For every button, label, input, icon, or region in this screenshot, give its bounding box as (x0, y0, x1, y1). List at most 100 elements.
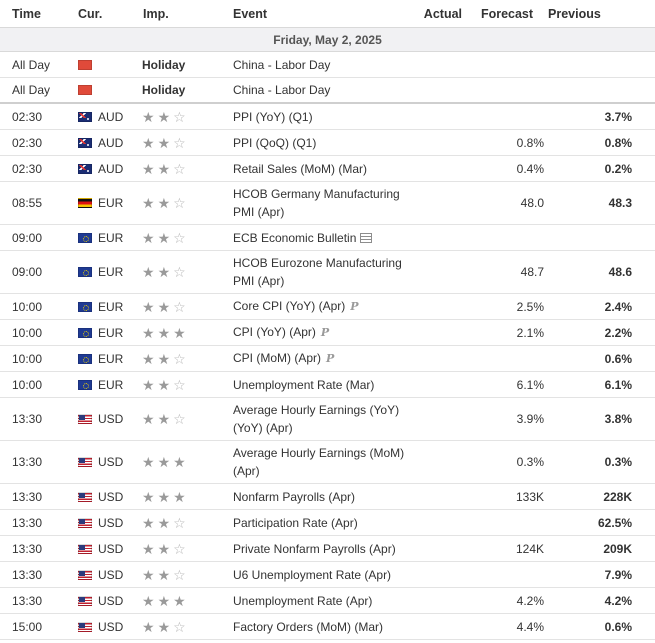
event-title-link[interactable]: Unemployment Rate (Mar) (233, 378, 374, 392)
event-title-link[interactable]: HCOB Eurozone Manufacturing PMI (Apr) (233, 256, 402, 288)
table-row[interactable]: 09:00 EUR ★ ★ ☆ ECB Economic Bulletin (0, 225, 655, 251)
event-name[interactable]: PPI (QoQ) (Q1) (215, 134, 405, 152)
event-title-link[interactable]: Average Hourly Earnings (YoY) (YoY) (Apr… (233, 403, 399, 435)
star-filled-icon: ★ (142, 264, 155, 280)
us-flag-icon (78, 569, 92, 580)
event-title-link[interactable]: PPI (YoY) (Q1) (233, 110, 313, 124)
table-row[interactable]: 13:30 USD ★ ★ ★ Unemployment Rate (Apr) 4.2% 4.… (0, 588, 655, 614)
star-filled-icon: ★ (142, 376, 155, 393)
event-name[interactable]: China - Labor Day (215, 81, 405, 99)
event-name[interactable]: PPI (YoY) (Q1) (215, 108, 405, 126)
us-flag-icon (78, 543, 92, 554)
header-event[interactable]: Event (215, 5, 405, 23)
event-name[interactable]: Average Hourly Earnings (MoM) (Apr) (215, 444, 405, 480)
star-filled-icon: ★ (157, 454, 171, 470)
de-flag-icon (78, 198, 92, 208)
star-empty-icon: ☆ (173, 566, 186, 583)
event-title-link[interactable]: Private Nonfarm Payrolls (Apr) (233, 542, 396, 556)
table-row[interactable]: 02:30 AUD ★ ★ ☆ PPI (YoY) (Q1) 3.7% (0, 104, 655, 130)
event-currency: AUD (62, 110, 127, 124)
table-header: Time Cur. Imp. Event Actual Forecast Pre… (0, 0, 655, 28)
table-row[interactable]: 08:55 EUR ★ ★ ☆ HCOB Germany Manufacturing PM… (0, 182, 655, 225)
date-label: Friday, May 2, 2025 (273, 32, 382, 47)
table-row[interactable]: 13:30 USD ★ ★ ★ Nonfarm Payrolls (Apr) 133K 228… (0, 484, 655, 510)
event-name[interactable]: Private Nonfarm Payrolls (Apr) (215, 540, 405, 558)
event-currency (62, 59, 127, 70)
table-row[interactable]: 02:30 AUD ★ ★ ☆ Retail Sales (MoM) (Mar) 0.4% 0… (0, 156, 655, 182)
header-actual[interactable]: Actual (405, 7, 466, 21)
event-title-link[interactable]: Core CPI (YoY) (Apr) (233, 299, 345, 313)
event-name[interactable]: U6 Unemployment Rate (Apr) (215, 566, 405, 584)
header-currency[interactable]: Cur. (62, 7, 127, 21)
event-currency: EUR (62, 378, 127, 392)
table-row[interactable]: 13:30 USD ★ ★ ☆ U6 Unemployment Rate (Apr) 7.9… (0, 562, 655, 588)
au-flag-icon (78, 137, 92, 148)
table-row[interactable]: 09:00 EUR ★ ★ ☆ HCOB Eurozone Manufacturing P… (0, 251, 655, 294)
table-row[interactable]: 13:30 USD ★ ★ ★ Average Hourly Earnings (MoM)… (0, 441, 655, 484)
event-name[interactable]: HCOB Eurozone Manufacturing PMI (Apr) (215, 254, 405, 290)
table-row[interactable]: 10:00 EUR ★ ★ ★ CPI (YoY) (Apr) P 2.1% 2.2% (0, 320, 655, 346)
event-currency: EUR (62, 265, 127, 279)
header-previous[interactable]: Previous (548, 7, 635, 21)
table-row[interactable]: All Day Holiday China - Labor Day (0, 78, 655, 104)
event-title-link[interactable]: Nonfarm Payrolls (Apr) (233, 490, 355, 504)
holiday-label: Holiday (142, 83, 186, 97)
header-time[interactable]: Time (0, 7, 62, 21)
event-forecast: 6.1% (516, 377, 544, 392)
event-time: All Day (12, 83, 51, 97)
event-name[interactable]: China - Labor Day (215, 56, 405, 74)
event-currency: AUD (62, 136, 127, 150)
event-name[interactable]: CPI (MoM) (Apr) P (215, 349, 405, 368)
event-importance: ★ ★ ☆ (127, 300, 215, 314)
table-row[interactable]: 10:00 EUR ★ ★ ☆ CPI (MoM) (Apr) P 0.6% (0, 346, 655, 372)
event-time: 10:00 (12, 377, 43, 392)
star-filled-icon: ★ (142, 298, 155, 315)
table-row[interactable]: All Day Holiday China - Labor Day (0, 52, 655, 78)
event-name[interactable]: CPI (YoY) (Apr) P (215, 323, 405, 342)
table-row[interactable]: 15:00 USD ★ ★ ☆ Factory Orders (MoM) (Mar) 4.4… (0, 614, 655, 640)
us-flag-icon (78, 595, 92, 606)
event-title-link[interactable]: Retail Sales (MoM) (Mar) (233, 162, 367, 176)
header-forecast[interactable]: Forecast (466, 7, 548, 21)
table-row[interactable]: 02:30 AUD ★ ★ ☆ PPI (QoQ) (Q1) 0.8% 0.8% (0, 130, 655, 156)
event-name[interactable]: Unemployment Rate (Mar) (215, 376, 405, 394)
event-name[interactable]: Factory Orders (MoM) (Mar) (215, 618, 405, 636)
event-title-link[interactable]: CPI (MoM) (Apr) (233, 351, 321, 365)
event-title-link[interactable]: Factory Orders (MoM) (Mar) (233, 620, 383, 634)
event-importance: ★ ★ ☆ (127, 516, 215, 530)
event-title-link[interactable]: CPI (YoY) (Apr) (233, 325, 316, 339)
event-time: 09:00 (12, 265, 43, 279)
event-name[interactable]: Nonfarm Payrolls (Apr) (215, 488, 405, 506)
event-forecast: 4.2% (516, 593, 544, 608)
table-row[interactable]: 10:00 EUR ★ ★ ☆ Unemployment Rate (Mar) 6.1% 6.… (0, 372, 655, 398)
header-importance[interactable]: Imp. (127, 7, 215, 21)
event-title-link[interactable]: HCOB Germany Manufacturing PMI (Apr) (233, 187, 400, 219)
preliminary-icon: P (320, 326, 330, 339)
event-name[interactable]: HCOB Germany Manufacturing PMI (Apr) (215, 185, 405, 221)
event-name[interactable]: Average Hourly Earnings (YoY) (YoY) (Apr… (215, 401, 405, 437)
star-filled-icon: ★ (157, 298, 171, 315)
event-importance: Holiday (127, 58, 215, 72)
event-forecast: 4.4% (516, 619, 544, 634)
table-row[interactable]: 13:30 USD ★ ★ ☆ Private Nonfarm Payrolls (Apr… (0, 536, 655, 562)
event-title-link[interactable]: Average Hourly Earnings (MoM) (Apr) (233, 446, 404, 478)
event-title-link[interactable]: China - Labor Day (233, 58, 330, 72)
event-title-link[interactable]: U6 Unemployment Rate (Apr) (233, 568, 391, 582)
event-name[interactable]: ECB Economic Bulletin (215, 229, 405, 247)
event-time: 13:30 (12, 489, 43, 504)
event-title-link[interactable]: PPI (QoQ) (Q1) (233, 136, 316, 150)
currency-code: EUR (98, 325, 124, 340)
table-row[interactable]: 13:30 USD ★ ★ ☆ Average Hourly Earnings (YoY)… (0, 398, 655, 441)
event-name[interactable]: Participation Rate (Apr) (215, 514, 405, 532)
table-row[interactable]: 13:30 USD ★ ★ ☆ Participation Rate (Apr) 62.5% (0, 510, 655, 536)
event-title-link[interactable]: Participation Rate (Apr) (233, 516, 358, 530)
currency-code: EUR (98, 230, 124, 245)
event-importance: ★ ★ ★ (127, 594, 215, 608)
event-title-link[interactable]: Unemployment Rate (Apr) (233, 594, 372, 608)
event-title-link[interactable]: China - Labor Day (233, 83, 330, 97)
event-name[interactable]: Retail Sales (MoM) (Mar) (215, 160, 405, 178)
event-name[interactable]: Core CPI (YoY) (Apr) P (215, 297, 405, 316)
table-row[interactable]: 10:00 EUR ★ ★ ☆ Core CPI (YoY) (Apr) P 2.5% 2.4% (0, 294, 655, 320)
event-name[interactable]: Unemployment Rate (Apr) (215, 592, 405, 610)
event-title-link[interactable]: ECB Economic Bulletin (233, 231, 356, 245)
